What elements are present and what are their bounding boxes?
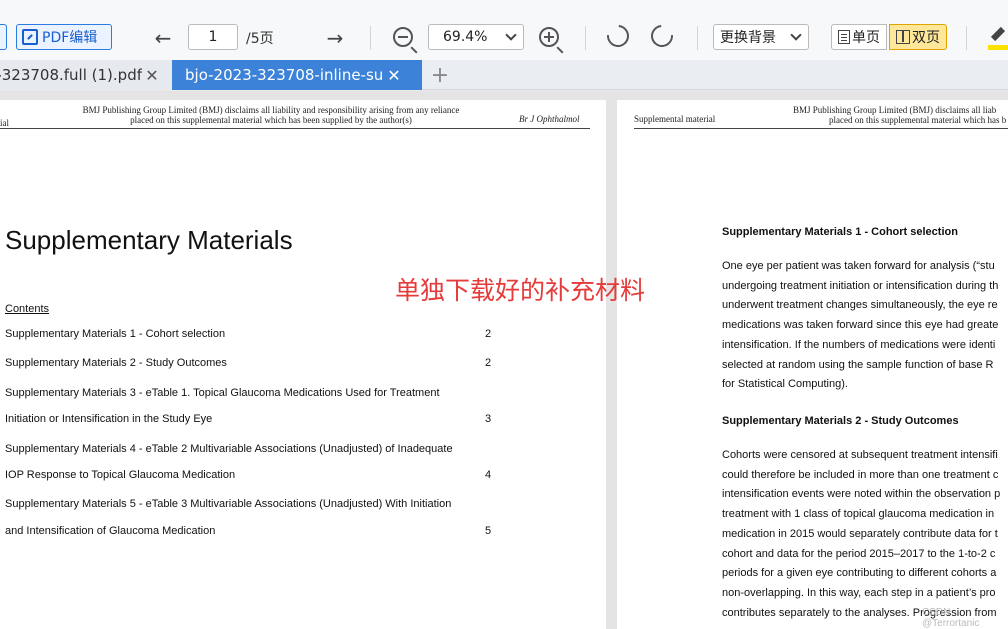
- chevron-down-icon: [505, 28, 517, 41]
- single-page-icon: [838, 30, 850, 44]
- toc-entry[interactable]: Supplementary Materials 3 - eTable 1. To…: [5, 387, 440, 399]
- chevron-down-icon: [790, 28, 802, 41]
- edit-icon: [22, 29, 38, 45]
- body-text-line: underwent treatment changes simultaneous…: [722, 299, 998, 312]
- single-page-label: 单页: [852, 30, 880, 46]
- disclaimer-line: BMJ Publishing Group Limited (BMJ) discl…: [82, 105, 460, 115]
- body-text-line: intensification events were noted within…: [722, 488, 1001, 501]
- section-heading: Supplementary Materials 1 - Cohort selec…: [722, 226, 958, 238]
- rotate-right-icon: [646, 20, 678, 52]
- toc-page-number: 4: [485, 469, 492, 481]
- arrow-right-icon: →: [326, 26, 344, 50]
- divider: [585, 26, 586, 50]
- section-heading: Supplementary Materials 2 - Study Outcom…: [722, 415, 959, 427]
- pdf-page-2: Supplemental material BMJ Publishing Gro…: [617, 100, 1008, 629]
- body-text-line: could therefore be included in more than…: [722, 468, 999, 481]
- toc-page-number: 3: [485, 413, 492, 425]
- plus-icon: +: [430, 62, 450, 88]
- toc-entry[interactable]: Supplementary Materials 1 - Cohort selec…: [5, 328, 225, 340]
- rotate-right-button[interactable]: [646, 20, 678, 52]
- tab-label: bjo-2023-323708-inline-supplementary: [185, 66, 384, 84]
- toc-entry[interactable]: Supplementary Materials 2 - Study Outcom…: [5, 357, 227, 369]
- body-text-line: Cohorts were censored at subsequent trea…: [722, 449, 998, 461]
- body-text-line: cohort and data for the period 2015–2017…: [722, 547, 996, 560]
- header-rule: [634, 128, 1008, 129]
- single-page-button[interactable]: 单页: [831, 24, 887, 50]
- partial-tool-button[interactable]: [0, 24, 7, 50]
- background-label: 更换背景: [720, 30, 776, 46]
- watermark: CSDN @Terrortanic: [922, 607, 980, 629]
- page-header-disclaimer: BMJ Publishing Group Limited (BMJ) discl…: [793, 105, 1008, 125]
- disclaimer-line: placed on this supplemental material whi…: [130, 115, 412, 125]
- close-icon[interactable]: ✕: [384, 66, 404, 85]
- close-icon[interactable]: ✕: [142, 66, 162, 85]
- document-title: Supplementary Materials: [5, 225, 293, 255]
- arrow-left-icon: ←: [154, 26, 172, 50]
- double-page-button[interactable]: 双页: [889, 24, 947, 50]
- journal-name: Br J Ophthalmol: [519, 114, 580, 124]
- header-rule: [0, 128, 590, 129]
- divider: [697, 26, 698, 50]
- red-annotation-text: 单独下载好的补充材料: [395, 276, 646, 305]
- zoom-value: 69.4%: [443, 29, 488, 45]
- pdf-page-1: ial BMJ Publishing Group Limited (BMJ) d…: [0, 100, 606, 629]
- body-text-line: medication in 2015 would separately cont…: [722, 527, 998, 540]
- toolbar: PDF编辑 ← 1 /5页 → 69.4% 更换背景 单页 双页: [0, 0, 1008, 64]
- page-header-disclaimer: BMJ Publishing Group Limited (BMJ) discl…: [76, 105, 466, 125]
- page-header-left: ial: [0, 118, 9, 128]
- zoom-in-button[interactable]: [536, 24, 562, 50]
- body-text-line: intensification. If the numbers of medic…: [722, 338, 996, 351]
- toc-entry[interactable]: Supplementary Materials 5 - eTable 3 Mul…: [5, 498, 451, 510]
- toc-page-number: 2: [485, 357, 492, 369]
- tab-document-supplementary[interactable]: bjo-2023-323708-inline-supplementary ✕: [172, 60, 422, 90]
- highlight-color-bar: [988, 45, 1008, 50]
- body-text-line: One eye per patient was taken forward fo…: [722, 260, 995, 272]
- next-page-button[interactable]: →: [322, 26, 348, 50]
- divider: [966, 26, 967, 50]
- highlighter-icon: [990, 26, 1006, 42]
- background-select[interactable]: 更换背景: [713, 24, 809, 50]
- toc-entry-continued[interactable]: IOP Response to Topical Glaucoma Medicat…: [5, 469, 235, 481]
- page-total-label: /5页: [246, 31, 274, 47]
- disclaimer-line: placed on this supplemental material whi…: [829, 115, 1007, 125]
- tab-label: bjo-2023-323708.full (1).pdf: [0, 66, 142, 84]
- new-tab-button[interactable]: +: [428, 62, 452, 88]
- document-viewport[interactable]: ial BMJ Publishing Group Limited (BMJ) d…: [0, 91, 1008, 629]
- previous-page-button[interactable]: ←: [150, 26, 176, 50]
- toc-entry[interactable]: Supplementary Materials 4 - eTable 2 Mul…: [5, 443, 453, 455]
- rotate-left-icon: [602, 20, 634, 52]
- zoom-out-icon: [393, 27, 413, 47]
- toc-entry-continued[interactable]: and Intensification of Glaucoma Medicati…: [5, 525, 215, 537]
- double-page-label: 双页: [912, 30, 940, 46]
- page-number-input[interactable]: 1: [188, 24, 238, 50]
- zoom-in-icon: [539, 27, 559, 47]
- body-text-line: selected at random using the sample func…: [722, 358, 994, 371]
- rotate-left-button[interactable]: [602, 20, 634, 52]
- highlighter-button[interactable]: [988, 26, 1008, 50]
- toc-page-number: 2: [485, 328, 492, 340]
- body-text-line: non-overlapping. In this way, each step …: [722, 586, 996, 599]
- disclaimer-line: BMJ Publishing Group Limited (BMJ) discl…: [793, 105, 997, 115]
- page-header-left: Supplemental material: [634, 114, 716, 124]
- pdf-edit-button[interactable]: PDF编辑: [16, 24, 112, 50]
- toc-entry-continued[interactable]: Initiation or Intensification in the Stu…: [5, 413, 212, 425]
- body-text-line: undergoing treatment initiation or inten…: [722, 279, 999, 292]
- body-text-line: for Statistical Computing).: [722, 378, 848, 391]
- body-text-line: periods for a given eye contributing to …: [722, 567, 997, 580]
- contents-heading: Contents: [5, 303, 50, 315]
- zoom-out-button[interactable]: [390, 24, 416, 50]
- tab-document-full[interactable]: bjo-2023-323708.full (1).pdf ✕: [0, 60, 172, 90]
- zoom-select[interactable]: 69.4%: [428, 24, 524, 50]
- toc-page-number: 5: [485, 525, 492, 537]
- divider: [370, 26, 371, 50]
- double-page-icon: [896, 30, 910, 44]
- body-text-line: medications was taken forward since this…: [722, 319, 999, 332]
- pdf-edit-label: PDF编辑: [42, 30, 98, 46]
- tab-bar: bjo-2023-323708.full (1).pdf ✕ bjo-2023-…: [0, 60, 1008, 90]
- body-text-line: treatment with 1 class of topical glauco…: [722, 508, 995, 521]
